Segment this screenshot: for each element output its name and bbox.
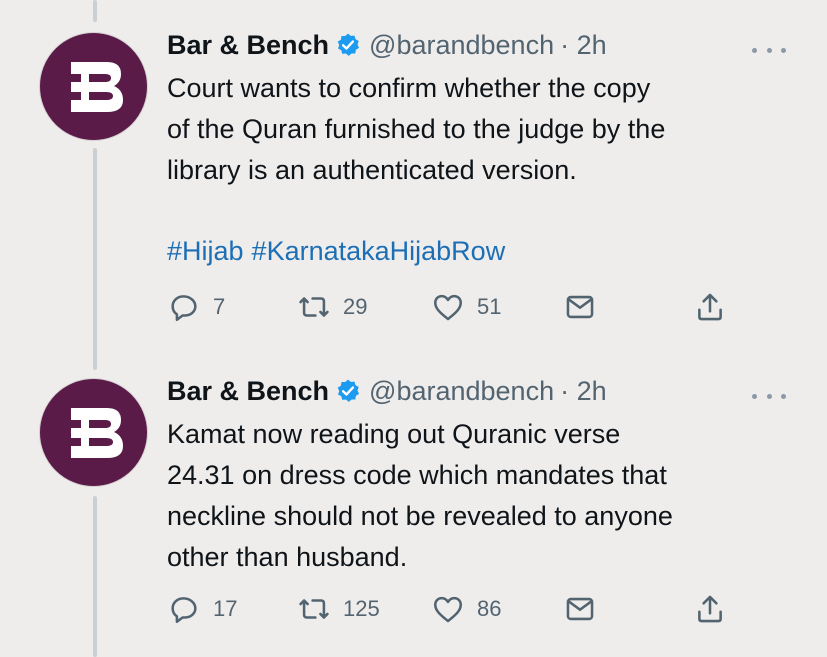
retweet-icon [299, 599, 329, 619]
share-button[interactable] [693, 592, 727, 626]
tweet-text: Court wants to confirm whether the copy … [167, 73, 666, 185]
logo-b-icon [70, 407, 123, 458]
timestamp[interactable]: · 2h [560, 376, 607, 407]
author-name[interactable]: Bar & Bench [167, 30, 329, 61]
hashtag-karnataka-hijab-row[interactable]: #KarnatakaHijabRow [252, 236, 506, 266]
reply-count: 7 [213, 294, 226, 319]
like-button[interactable]: 51 [431, 290, 501, 324]
message-icon [566, 295, 594, 319]
tweet[interactable]: Bar & Bench @barandbench · 2h Court want… [0, 0, 827, 350]
retweet-button[interactable]: 29 [297, 290, 367, 324]
tweet-text: Kamat now reading out Quranic verse 24.3… [167, 419, 673, 572]
avatar[interactable] [39, 32, 148, 141]
retweet-button[interactable]: 125 [297, 592, 380, 626]
like-icon [433, 294, 463, 321]
logo-b-icon [70, 61, 123, 112]
message-button[interactable] [563, 592, 597, 626]
share-icon [698, 293, 722, 321]
share-button[interactable] [693, 290, 727, 324]
author-name[interactable]: Bar & Bench [167, 376, 329, 407]
reply-button[interactable]: 17 [167, 592, 237, 626]
reply-button[interactable]: 7 [167, 290, 225, 324]
like-count: 86 [477, 596, 502, 621]
tweet-actions: 7 29 51 [167, 290, 767, 326]
author-handle[interactable]: @barandbench [369, 376, 554, 407]
like-icon [433, 596, 463, 623]
reply-count: 17 [213, 596, 238, 621]
verified-badge-icon [337, 33, 360, 56]
retweet-count: 125 [343, 596, 380, 621]
retweet-icon [299, 297, 329, 317]
author-handle[interactable]: @barandbench [369, 30, 554, 61]
message-icon [566, 597, 594, 621]
avatar[interactable] [39, 378, 148, 487]
reply-icon [171, 597, 197, 624]
more-icon[interactable] [752, 40, 786, 60]
more-icon[interactable] [752, 386, 786, 406]
share-icon [698, 595, 722, 623]
hashtag-hijab[interactable]: #Hijab [167, 236, 244, 266]
verified-badge-icon [337, 379, 360, 402]
retweet-count: 29 [343, 294, 368, 319]
like-button[interactable]: 86 [431, 592, 501, 626]
like-count: 51 [477, 294, 502, 319]
message-button[interactable] [563, 290, 597, 324]
timestamp[interactable]: · 2h [560, 30, 607, 61]
tweet-actions: 17 125 86 [167, 592, 767, 628]
tweet[interactable]: Bar & Bench @barandbench · 2h Kamat now … [0, 350, 827, 657]
reply-icon [171, 295, 197, 322]
